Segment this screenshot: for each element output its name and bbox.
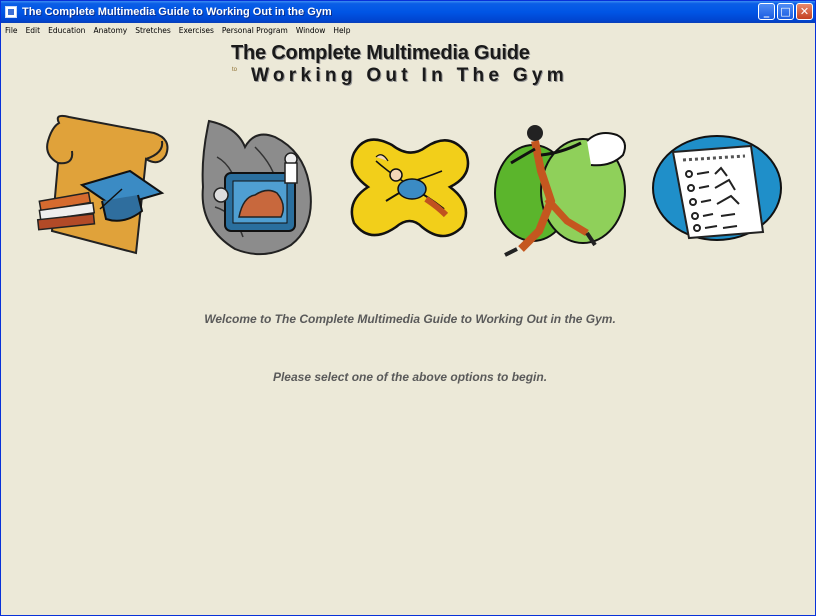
menu-window[interactable]: Window: [292, 26, 330, 35]
menu-stretches[interactable]: Stretches: [131, 26, 175, 35]
exercises-runner-icon: [494, 125, 626, 257]
personal-program-chart-icon: [652, 135, 782, 241]
window-title: The Complete Multimedia Guide to Working…: [22, 6, 332, 18]
anatomy-heart-icon: [201, 119, 312, 256]
heading-line-2: Working Out In The Gym: [251, 65, 568, 86]
personal-program-option-button[interactable]: [651, 134, 785, 242]
stretches-figure-icon: [350, 138, 470, 238]
education-option-button[interactable]: [34, 113, 174, 259]
menu-help[interactable]: Help: [329, 26, 354, 35]
exercises-option-button[interactable]: [491, 121, 635, 257]
instruction-text: Please select one of the above options t…: [272, 370, 548, 384]
education-scroll-icon: [36, 114, 169, 255]
minimize-icon[interactable]: _: [758, 3, 775, 20]
instruction-message: Please select one of the above options t…: [1, 370, 816, 384]
menu-edit[interactable]: Edit: [22, 26, 45, 35]
close-icon[interactable]: ✕: [796, 3, 813, 20]
welcome-text: Welcome to The Complete Multimedia Guide…: [204, 312, 616, 326]
window-controls: _ □ ✕: [758, 3, 813, 20]
welcome-message: Welcome to The Complete Multimedia Guide…: [1, 312, 816, 326]
title-bar[interactable]: The Complete Multimedia Guide to Working…: [1, 1, 815, 23]
maximize-icon[interactable]: □: [777, 3, 794, 20]
menu-exercises[interactable]: Exercises: [175, 26, 218, 35]
menu-bar: File Edit Education Anatomy Stretches Ex…: [1, 23, 815, 38]
app-icon[interactable]: [5, 6, 17, 18]
app-window: The Complete Multimedia Guide to Working…: [0, 0, 816, 616]
stretches-option-button[interactable]: [346, 131, 474, 243]
menu-education[interactable]: Education: [44, 26, 89, 35]
menu-file[interactable]: File: [1, 26, 22, 35]
menu-personal-program[interactable]: Personal Program: [218, 26, 292, 35]
menu-anatomy[interactable]: Anatomy: [89, 26, 131, 35]
heading-line-1: The Complete Multimedia Guide: [231, 42, 530, 64]
heading-to-mark: to: [232, 67, 238, 73]
anatomy-option-button[interactable]: [195, 117, 317, 259]
